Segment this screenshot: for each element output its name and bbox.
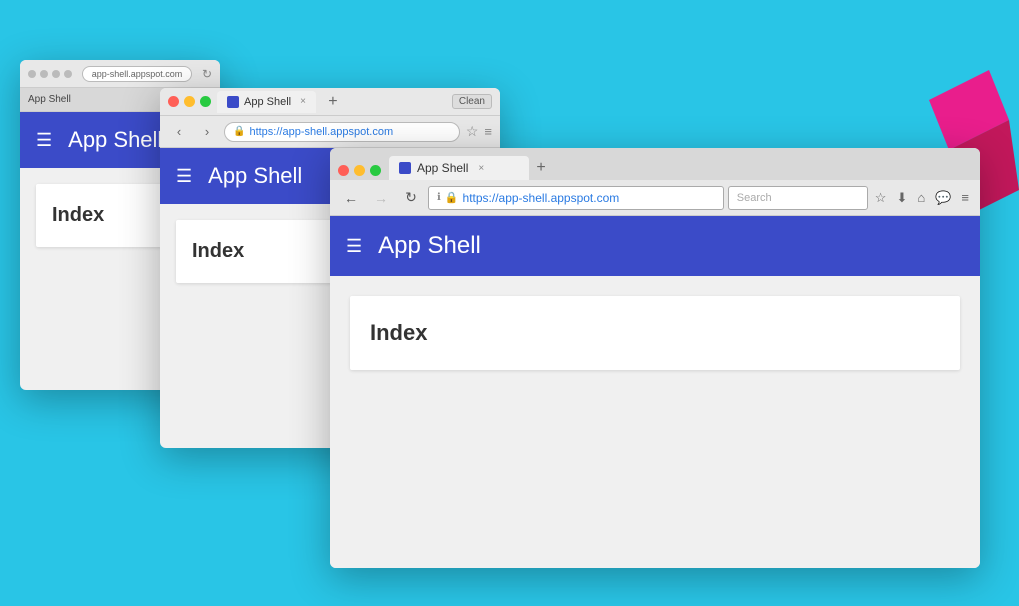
toolbar-3: ← → ↻ ℹ 🔒 https://app-shell.appspot.com … [330, 180, 980, 216]
title-bar-1: app-shell.appspot.com ↻ [20, 60, 220, 88]
menu-icon-3[interactable]: ≡ [958, 190, 972, 205]
hamburger-icon-3[interactable]: ☰ [346, 236, 362, 257]
chat-icon-3[interactable]: 💬 [932, 190, 954, 206]
tab-favicon-2 [227, 96, 239, 108]
maximize-button-3[interactable] [370, 165, 381, 176]
url-text-1: app-shell.appspot.com [92, 69, 183, 79]
traffic-lights-2 [168, 96, 211, 107]
info-icon-3: ℹ [437, 192, 441, 203]
url-text-3: https://app-shell.appspot.com [463, 191, 620, 205]
traffic-lights-3 [338, 165, 381, 176]
forward-button-2[interactable]: › [196, 121, 218, 143]
minimize-button-2[interactable] [184, 96, 195, 107]
forward-button-3[interactable]: → [368, 185, 394, 211]
hamburger-icon-1[interactable]: ☰ [36, 130, 52, 151]
app-content-3: ☰ App Shell Index [330, 216, 980, 568]
address-bar-3[interactable]: ℹ 🔒 https://app-shell.appspot.com [428, 186, 724, 210]
tab-close-icon-3[interactable]: × [478, 163, 484, 174]
tab-favicon-3 [399, 162, 411, 174]
new-tab-button-2[interactable]: + [322, 91, 344, 113]
close-button-3[interactable] [338, 165, 349, 176]
content-label-3: Index [370, 320, 427, 345]
reload-icon-1[interactable]: ↻ [202, 67, 212, 81]
tab-2[interactable]: App Shell × [217, 91, 316, 113]
dot-2 [40, 70, 48, 78]
search-placeholder-3: Search [737, 192, 772, 204]
home-icon-3[interactable]: ⌂ [914, 190, 928, 205]
app-title-2: App Shell [208, 163, 302, 189]
lock-icon-3: 🔒 [445, 191, 459, 204]
content-card-3: Index [350, 296, 960, 370]
address-bar-2[interactable]: 🔒 https://app-shell.appspot.com [224, 122, 460, 142]
maximize-button-2[interactable] [200, 96, 211, 107]
tab-3[interactable]: App Shell × [389, 156, 529, 180]
tab-label-3: App Shell [417, 161, 468, 175]
clean-button-2[interactable]: Clean [452, 94, 492, 109]
app-title-3: App Shell [378, 232, 481, 260]
tab-close-icon-2[interactable]: × [300, 96, 306, 107]
app-title-1: App Shell [68, 127, 162, 153]
back-button-2[interactable]: ‹ [168, 121, 190, 143]
content-label-1: Index [52, 204, 104, 226]
content-label-2: Index [192, 240, 244, 262]
url-text-2: https://app-shell.appspot.com [249, 126, 393, 138]
toolbar-2: ‹ › 🔒 https://app-shell.appspot.com ☆ ≡ [160, 116, 500, 148]
url-bar-1[interactable]: app-shell.appspot.com [82, 66, 192, 82]
dot-1 [28, 70, 36, 78]
browser-window-3: App Shell × + ← → ↻ ℹ 🔒 https://app-shel… [330, 148, 980, 568]
bookmark-icon-2[interactable]: ☆ [466, 123, 479, 140]
lock-icon-2: 🔒 [233, 126, 245, 137]
new-tab-button-3[interactable]: + [529, 156, 553, 180]
save-icon-3[interactable]: ⬇ [893, 190, 910, 206]
dot-4 [64, 70, 72, 78]
back-button-3[interactable]: ← [338, 185, 364, 211]
dot-3 [52, 70, 60, 78]
hamburger-icon-2[interactable]: ☰ [176, 166, 192, 187]
minimize-button-3[interactable] [354, 165, 365, 176]
menu-icon-2[interactable]: ≡ [484, 124, 492, 139]
close-button-2[interactable] [168, 96, 179, 107]
traffic-lights-1 [28, 70, 72, 78]
title-bar-2: App Shell × + Clean [160, 88, 500, 116]
bookmark-icon-3[interactable]: ☆ [872, 190, 890, 206]
app-header-3: ☰ App Shell [330, 216, 980, 276]
search-bar-3[interactable]: Search [728, 186, 868, 210]
tab-label-1[interactable]: App Shell [28, 94, 71, 105]
tab-label-2: App Shell [244, 96, 291, 108]
tab-bar-3: App Shell × + [330, 148, 980, 180]
reload-button-3[interactable]: ↻ [398, 185, 424, 211]
